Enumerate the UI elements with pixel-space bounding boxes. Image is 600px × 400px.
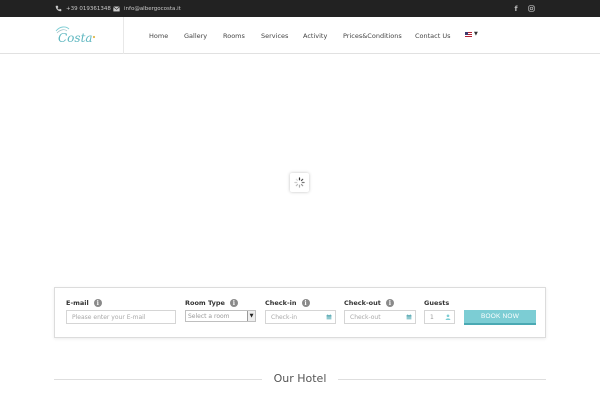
guests-label-group: Guests [424, 299, 449, 307]
guests-field[interactable]: 1 [424, 310, 455, 324]
nav-rooms[interactable]: Rooms [223, 17, 245, 54]
checkout-field[interactable] [344, 310, 416, 324]
checkin-label: Check-in [265, 299, 297, 307]
nav-prices-conditions[interactable]: Prices&Conditions [343, 17, 402, 54]
room-type-label: Room Type [185, 299, 225, 307]
nav-services[interactable]: Services [261, 17, 288, 54]
info-icon[interactable]: i [301, 299, 310, 307]
email-address: info@albergocosta.it [124, 5, 181, 12]
room-type-select[interactable]: Select a room ▼ [185, 310, 256, 322]
envelope-icon [113, 5, 120, 12]
email-contact[interactable]: info@albergocosta.it [113, 0, 181, 17]
phone-number: +39 019361348 [66, 5, 111, 12]
section-title: Our Hotel [273, 372, 327, 385]
chevron-down-icon: ▼ [474, 31, 478, 37]
email-input[interactable] [72, 311, 175, 323]
book-now-button[interactable]: BOOK NOW [464, 310, 536, 325]
logo-wordmark: Costa [58, 31, 93, 45]
phone-icon [55, 5, 62, 12]
calendar-icon[interactable] [322, 311, 335, 323]
checkout-label: Check-out [344, 299, 381, 307]
email-label-group: E-mail i [66, 299, 102, 307]
email-field[interactable] [66, 310, 176, 324]
checkin-label-group: Check-in i [265, 299, 310, 307]
nav-home[interactable]: Home [149, 17, 168, 54]
site-logo[interactable]: Costa [54, 24, 99, 48]
checkout-label-group: Check-out i [344, 299, 394, 307]
nav-gallery[interactable]: Gallery [184, 17, 207, 54]
language-selector[interactable]: ▼ [465, 31, 478, 37]
email-label: E-mail [66, 299, 89, 307]
guests-label: Guests [424, 299, 450, 307]
booking-form: E-mail i Room Type i Select a room ▼ Che… [54, 287, 546, 338]
facebook-icon[interactable]: f [512, 0, 520, 17]
nav-activity[interactable]: Activity [303, 17, 327, 54]
spinner-icon [290, 173, 309, 192]
our-hotel-section-heading: Our Hotel [54, 371, 546, 387]
guests-value[interactable]: 1 [430, 314, 434, 321]
top-contact-bar: +39 019361348 info@albergocosta.it f [0, 0, 600, 17]
info-icon[interactable]: i [229, 299, 238, 307]
nav-contact-us[interactable]: Contact Us [415, 17, 451, 54]
checkin-field[interactable] [265, 310, 336, 324]
room-type-selected: Select a room [188, 312, 230, 320]
logo-divider [123, 17, 124, 54]
calendar-icon[interactable] [402, 311, 415, 323]
person-icon [441, 311, 454, 323]
info-icon[interactable]: i [93, 299, 102, 307]
room-type-label-group: Room Type i [185, 299, 238, 307]
main-navbar: Costa Home Gallery Rooms Services Activi… [0, 17, 600, 54]
hero-slider [0, 55, 600, 285]
chevron-down-icon[interactable]: ▼ [247, 311, 255, 321]
instagram-icon[interactable] [527, 0, 535, 17]
info-icon[interactable]: i [385, 299, 394, 307]
phone-contact[interactable]: +39 019361348 [55, 0, 111, 17]
us-flag-icon [465, 31, 472, 37]
